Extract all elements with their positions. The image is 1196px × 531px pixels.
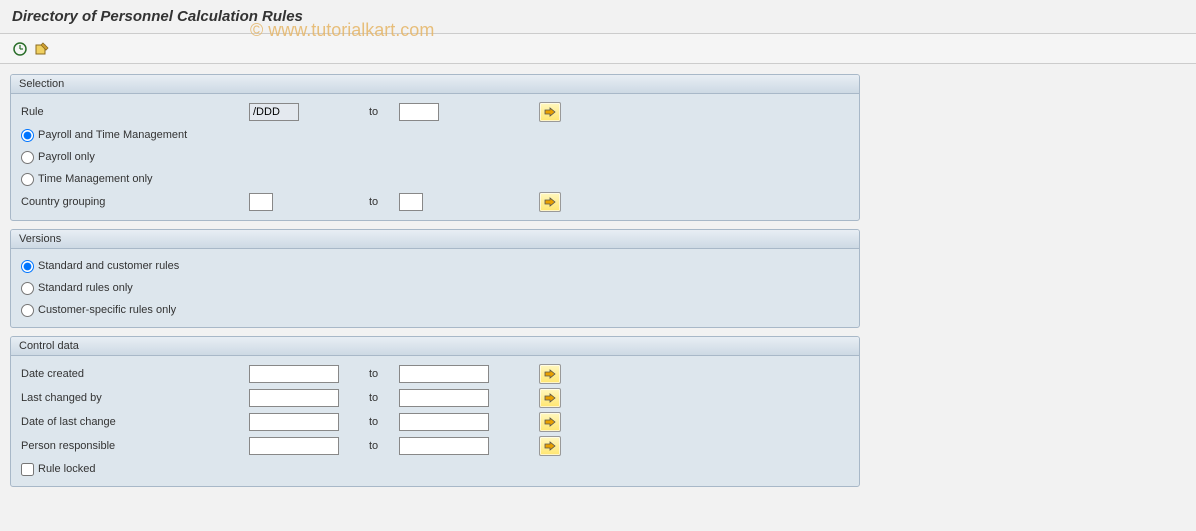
rule-multi-select-button[interactable] [539,102,561,122]
country-to-label: to [369,196,389,208]
time-only-radio[interactable] [21,173,34,186]
country-to-input[interactable] [399,193,423,211]
versions-group: Versions Standard and customer rules Sta… [10,229,860,328]
rule-locked-label: Rule locked [38,463,95,475]
person-responsible-label: Person responsible [19,440,249,452]
payroll-only-label: Payroll only [38,151,95,163]
customer-only-label: Customer-specific rules only [38,304,176,316]
date-last-change-label: Date of last change [19,416,249,428]
control-data-group: Control data Date created to Last change… [10,336,860,487]
last-changed-by-to-input[interactable] [399,389,489,407]
arrow-right-icon [544,417,556,427]
payroll-time-radio[interactable] [21,129,34,142]
date-created-multi-button[interactable] [539,364,561,384]
last-changed-by-from-input[interactable] [249,389,339,407]
title-bar: Directory of Personnel Calculation Rules [0,0,1196,34]
get-variant-icon [34,41,50,57]
date-created-to-input[interactable] [399,365,489,383]
page-title: Directory of Personnel Calculation Rules [12,8,1184,25]
standard-only-radio[interactable] [21,282,34,295]
country-grouping-label: Country grouping [19,196,249,208]
date-last-change-to-input[interactable] [399,413,489,431]
toolbar [0,34,1196,64]
control-data-header: Control data [11,337,859,356]
execute-icon [12,41,28,57]
date-created-from-input[interactable] [249,365,339,383]
country-multi-select-button[interactable] [539,192,561,212]
arrow-right-icon [544,369,556,379]
date-created-label: Date created [19,368,249,380]
content-area: Selection Rule to Payroll and Time Manag… [0,64,870,505]
date-last-change-to-label: to [369,416,389,428]
execute-button[interactable] [10,39,30,59]
payroll-only-radio[interactable] [21,151,34,164]
arrow-right-icon [544,441,556,451]
rule-label: Rule [19,106,249,118]
rule-to-input[interactable] [399,103,439,121]
last-changed-by-label: Last changed by [19,392,249,404]
rule-to-label: to [369,106,389,118]
last-changed-by-multi-button[interactable] [539,388,561,408]
standard-only-label: Standard rules only [38,282,133,294]
customer-only-radio[interactable] [21,304,34,317]
versions-header: Versions [11,230,859,249]
country-from-input[interactable] [249,193,273,211]
rule-locked-checkbox[interactable] [21,463,34,476]
get-variant-button[interactable] [32,39,52,59]
selection-header: Selection [11,75,859,94]
person-responsible-to-label: to [369,440,389,452]
standard-customer-label: Standard and customer rules [38,260,179,272]
arrow-right-icon [544,393,556,403]
person-responsible-to-input[interactable] [399,437,489,455]
arrow-right-icon [544,107,556,117]
date-last-change-multi-button[interactable] [539,412,561,432]
person-responsible-from-input[interactable] [249,437,339,455]
date-created-to-label: to [369,368,389,380]
person-responsible-multi-button[interactable] [539,436,561,456]
selection-group: Selection Rule to Payroll and Time Manag… [10,74,860,221]
last-changed-by-to-label: to [369,392,389,404]
time-only-label: Time Management only [38,173,153,185]
date-last-change-from-input[interactable] [249,413,339,431]
arrow-right-icon [544,197,556,207]
payroll-time-label: Payroll and Time Management [38,129,187,141]
standard-customer-radio[interactable] [21,260,34,273]
rule-from-input[interactable] [249,103,299,121]
